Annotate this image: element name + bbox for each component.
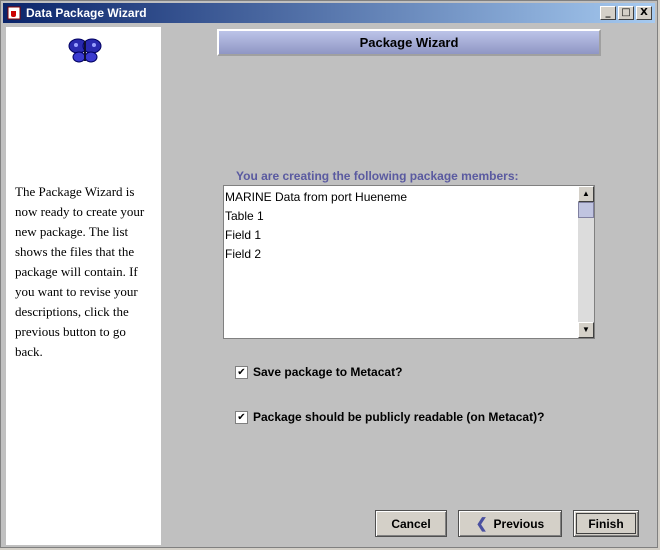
cancel-button[interactable]: Cancel bbox=[375, 510, 447, 537]
vertical-scrollbar[interactable]: ▲ ▼ bbox=[578, 186, 594, 338]
save-metacat-checkbox[interactable]: ✔ bbox=[235, 365, 248, 379]
package-members-list[interactable]: MARINE Data from port Hueneme Table 1 Fi… bbox=[223, 185, 595, 339]
list-item[interactable]: MARINE Data from port Hueneme bbox=[225, 188, 575, 207]
close-button[interactable]: X bbox=[636, 6, 652, 20]
left-panel: The Package Wizard is now ready to creat… bbox=[6, 27, 161, 545]
minimize-button[interactable]: _ bbox=[600, 6, 616, 20]
cancel-label: Cancel bbox=[391, 516, 431, 531]
list-item[interactable]: Table 1 bbox=[225, 207, 575, 226]
list-item[interactable]: Field 2 bbox=[225, 245, 575, 264]
previous-label: Previous bbox=[493, 516, 545, 531]
finish-button[interactable]: Finish bbox=[573, 510, 639, 537]
wizard-description: The Package Wizard is now ready to creat… bbox=[15, 184, 145, 359]
window-title: Data Package Wizard bbox=[26, 6, 147, 20]
java-cup-icon bbox=[6, 5, 22, 21]
scroll-up-button[interactable]: ▲ bbox=[578, 186, 594, 202]
finish-label: Finish bbox=[588, 516, 624, 531]
chevron-left-icon: ❮ bbox=[475, 515, 488, 531]
wizard-header: Package Wizard bbox=[217, 29, 601, 56]
wizard-window: Data Package Wizard _ □ X The Package Wi… bbox=[0, 0, 658, 548]
members-label: You are creating the following package m… bbox=[236, 169, 519, 183]
scroll-thumb[interactable] bbox=[578, 202, 594, 218]
list-items: MARINE Data from port Hueneme Table 1 Fi… bbox=[225, 188, 575, 264]
public-readable-option[interactable]: ✔ Package should be publicly readable (o… bbox=[235, 410, 544, 424]
butterfly-icon bbox=[68, 38, 102, 63]
previous-button[interactable]: ❮ Previous bbox=[458, 510, 562, 537]
public-readable-label: Package should be publicly readable (on … bbox=[253, 410, 545, 424]
public-readable-checkbox[interactable]: ✔ bbox=[235, 410, 248, 424]
title-bar[interactable]: Data Package Wizard _ □ X bbox=[3, 3, 655, 23]
save-metacat-label: Save package to Metacat? bbox=[253, 365, 403, 379]
list-item[interactable]: Field 1 bbox=[225, 226, 575, 245]
page-title: Package Wizard bbox=[359, 35, 459, 50]
save-metacat-option[interactable]: ✔ Save package to Metacat? bbox=[235, 365, 402, 379]
maximize-button[interactable]: □ bbox=[618, 6, 634, 20]
scroll-down-button[interactable]: ▼ bbox=[578, 322, 594, 338]
